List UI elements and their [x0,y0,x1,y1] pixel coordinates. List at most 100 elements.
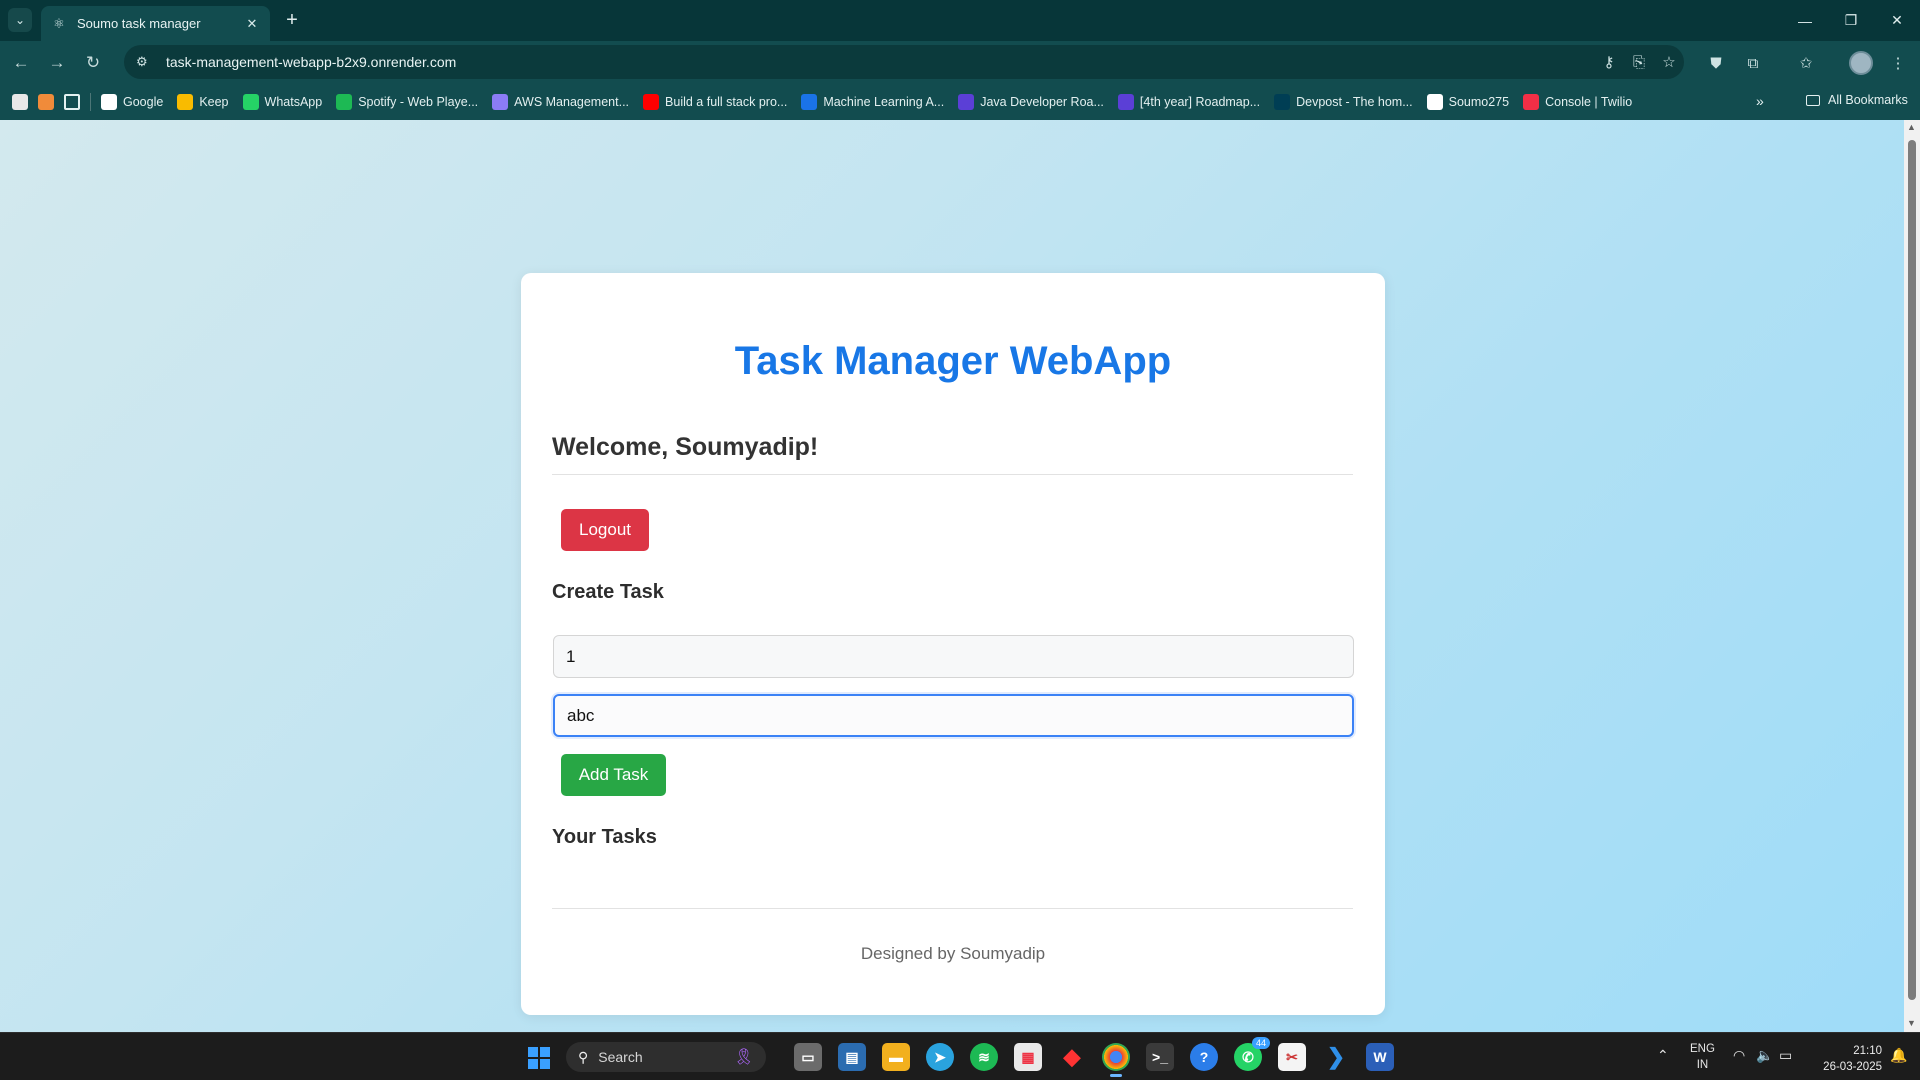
awareness-ribbon-icon: 🎗 [733,1049,754,1066]
bookmark-item[interactable]: Keep [177,94,229,110]
footer-credit: Designed by Soumyadip [860,944,1046,963]
back-arrow-icon[interactable]: ← [8,50,34,76]
spotify-icon[interactable]: ≋ [970,1043,998,1071]
bookmark-item[interactable]: Spotify - Web Playe... [336,94,478,110]
tab-search-chevron-icon[interactable]: ⌄ [8,8,32,32]
twilio-icon [1523,94,1540,110]
google-icon [101,94,117,110]
bookmark-item[interactable]: AWS Management... [492,94,629,110]
bookmark-item[interactable]: Console | Twilio [1523,94,1632,110]
tab-title: Soumo task manager [77,16,201,31]
all-bookmarks-button[interactable]: All Bookmarks [1806,93,1908,107]
browser-tab-bar: ⌄ ⚛ Soumo task manager ✕ + — ❐ ✕ [0,0,1920,41]
close-window-icon[interactable]: ✕ [1874,0,1920,41]
reload-icon[interactable]: ↻ [80,50,106,76]
address-bar[interactable]: ⚙ task-management-webapp-b2x9.onrender.c… [124,45,1684,79]
shield-extension-icon[interactable]: ⛊ [1703,50,1729,76]
window-controls: — ❐ ✕ [1782,0,1920,41]
url-text[interactable]: task-management-webapp-b2x9.onrender.com [166,54,1594,70]
your-tasks-heading: Your Tasks [552,826,657,848]
bookmark-app-icon[interactable] [12,94,28,110]
taskbar-search[interactable]: ⚲ Search 🎗 [566,1042,766,1072]
bookmarks-bar: Google Keep WhatsApp Spotify - Web Playe...… [0,84,1920,120]
scroll-down-arrow-icon[interactable]: ▼ [1907,1018,1916,1028]
apps-grid-icon[interactable] [64,94,80,110]
system-clock[interactable]: 21:10 26-03-2025 [1810,1043,1882,1075]
word-icon[interactable]: W [1366,1043,1394,1071]
task-manager-card: Task Manager WebApp Welcome, Soumyadip! … [521,273,1385,1015]
notification-badge: 44 [1251,1037,1270,1049]
notifications-bell-icon[interactable]: 🔔 [1890,1047,1907,1064]
task-description-input[interactable] [553,694,1354,737]
vscode-icon[interactable]: ❯ [1322,1043,1350,1071]
bookmark-app-icon[interactable] [38,94,54,110]
bookmark-label: Machine Learning A... [823,95,945,109]
bookmark-label: Console | Twilio [1545,95,1633,109]
logout-button[interactable]: Logout [561,509,649,551]
extensions-puzzle-icon[interactable]: ⧉ [1740,50,1766,76]
new-tab-plus-icon[interactable]: + [280,8,304,32]
welcome-heading: Welcome, Soumyadip! [552,433,819,461]
bookmark-star-icon[interactable]: ☆ [1654,53,1684,71]
microsoft-store-icon[interactable]: ▦ [1014,1043,1042,1071]
bookmark-item[interactable]: Devpost - The hom... [1274,94,1413,110]
wifi-icon[interactable]: ◠ [1733,1047,1745,1064]
whatsapp-icon[interactable]: ✆ 44 [1234,1037,1270,1071]
browser-tab-active[interactable]: ⚛ Soumo task manager ✕ [41,6,270,41]
bookmark-label: Spotify - Web Playe... [358,95,479,109]
help-icon[interactable]: ? [1190,1043,1218,1071]
divider [552,908,1353,909]
roadmap-icon [958,94,975,110]
terminal-icon[interactable]: >_ [1146,1043,1174,1071]
site-info-icon[interactable]: ⚙ [136,54,156,70]
bookmark-label: WhatsApp [264,95,323,109]
forward-arrow-icon[interactable]: → [44,50,70,76]
diamond-app-icon[interactable]: ◆ [1058,1043,1086,1071]
bookmarks-divider [90,93,91,111]
bookmark-item[interactable]: Google [101,94,163,110]
widgets-icon[interactable]: ▤ [838,1043,866,1071]
bookmark-label: AWS Management... [514,95,630,109]
bookmark-item[interactable]: Java Developer Roa... [958,94,1104,110]
telegram-icon[interactable]: ➤ [926,1043,954,1071]
bookmark-label: Devpost - The hom... [1296,95,1413,109]
snipping-tool-icon[interactable]: ✂ [1278,1043,1306,1071]
bookmark-item[interactable]: Soumo275 [1426,94,1509,110]
battery-icon[interactable]: ▭ [1779,1047,1792,1064]
chrome-icon[interactable] [1102,1043,1130,1077]
scroll-up-arrow-icon[interactable]: ▲ [1907,122,1916,132]
add-task-button[interactable]: Add Task [561,754,666,796]
bookmark-item[interactable]: [4th year] Roadmap... [1117,94,1260,110]
restore-icon[interactable]: ❐ [1828,0,1874,41]
bookmark-list: Google Keep WhatsApp Spotify - Web Playe...… [101,94,1646,110]
password-key-icon[interactable]: ⚷ [1594,53,1624,71]
bookmarks-star-icon[interactable]: ✩ [1793,50,1819,76]
react-favicon-icon: ⚛ [53,15,65,31]
page-title: Task Manager WebApp [734,339,1172,383]
task-view-icon[interactable]: ▭ [794,1043,822,1071]
tab-close-icon[interactable]: ✕ [244,16,260,32]
s-icon [801,94,818,110]
divider [552,474,1353,475]
bookmark-item[interactable]: Build a full stack pro... [643,94,787,110]
windows-start-icon[interactable] [528,1047,550,1069]
profile-avatar[interactable] [1849,51,1873,75]
minimize-icon[interactable]: — [1782,0,1828,41]
more-bookmarks-chevron-icon[interactable]: » [1756,93,1764,109]
install-app-icon[interactable]: ⎘ [1624,54,1654,71]
browser-toolbar: ← → ↻ ⚙ task-management-webapp-b2x9.onre… [0,41,1920,84]
create-task-heading: Create Task [552,581,664,603]
file-explorer-icon[interactable]: ▬ [882,1043,910,1071]
volume-icon[interactable]: 🔈 [1756,1047,1773,1064]
scrollbar-thumb[interactable] [1908,140,1916,1000]
bookmark-item[interactable]: Machine Learning A... [801,94,944,110]
spotify-icon [336,94,353,110]
bookmark-item[interactable]: WhatsApp [242,94,323,110]
show-hidden-icons-chevron-icon[interactable]: ⌃ [1657,1047,1669,1064]
search-icon: ⚲ [578,1048,589,1065]
language-indicator[interactable]: ENG IN [1690,1041,1715,1073]
page-scrollbar[interactable]: ▲ ▼ [1904,120,1920,1032]
bookmark-label: Build a full stack pro... [665,95,788,109]
task-title-input[interactable] [553,635,1354,678]
menu-dots-icon[interactable]: ⋮ [1885,50,1911,76]
